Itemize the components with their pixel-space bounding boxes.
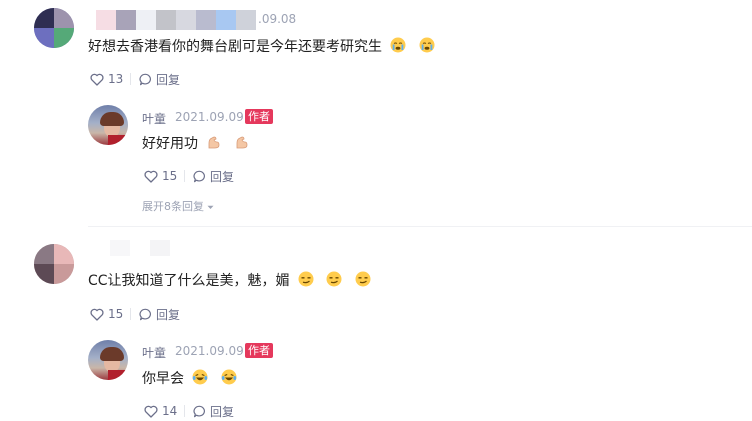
like-button[interactable]: 14	[144, 404, 177, 418]
flexed-biceps-icon	[234, 135, 249, 156]
comment-date: .09.08	[258, 12, 297, 26]
smirking-face-icon	[326, 271, 342, 293]
reply-text: 好好用功	[142, 134, 249, 156]
smirking-face-icon	[298, 271, 314, 293]
action-separator	[130, 308, 131, 320]
avatar-dress	[108, 370, 128, 380]
action-separator	[184, 405, 185, 417]
comment-bubble-icon	[139, 308, 152, 321]
heart-icon	[90, 73, 104, 86]
crying-face-icon	[390, 37, 406, 59]
like-button[interactable]: 13	[90, 72, 123, 86]
blurred-avatar-mosaic	[34, 244, 74, 284]
comment-body: CC让我知道了什么是美，魅，媚	[88, 273, 290, 289]
avatar-hair	[100, 347, 124, 361]
reply-date: 2021.09.09	[175, 344, 244, 358]
blurred-username-mosaic	[96, 10, 256, 30]
flexed-biceps-icon	[206, 135, 221, 156]
laughing-tears-icon	[221, 369, 237, 391]
action-separator	[130, 73, 131, 85]
comment-bubble-icon	[193, 405, 206, 418]
reply-button[interactable]: 回复	[139, 72, 181, 87]
laughing-tears-icon	[192, 369, 208, 391]
like-count: 13	[108, 72, 124, 86]
blurred-username-mosaic	[90, 236, 190, 256]
like-count: 14	[162, 404, 178, 418]
commenter-avatar[interactable]	[34, 244, 74, 284]
reply-text: 你早会	[142, 369, 237, 391]
reply-button[interactable]: 回复	[193, 404, 235, 419]
caret-down-icon	[207, 200, 214, 213]
like-button[interactable]: 15	[90, 307, 123, 321]
smirking-face-icon	[355, 271, 371, 293]
comment-body: 好想去香港看你的舞台剧可是今年还要考研究生	[88, 39, 382, 55]
author-avatar[interactable]	[88, 340, 128, 380]
author-badge: 作者	[245, 343, 273, 358]
reply-label: 回复	[210, 169, 235, 184]
like-count: 15	[108, 307, 124, 321]
reply-label: 回复	[210, 404, 235, 419]
heart-icon	[144, 170, 158, 183]
reply-body: 好好用功	[142, 136, 198, 152]
reply-date: 2021.09.09	[175, 110, 244, 124]
comment-bubble-icon	[193, 170, 206, 183]
reply-label: 回复	[156, 307, 181, 322]
comment-text: 好想去香港看你的舞台剧可是今年还要考研究生	[88, 37, 435, 59]
avatar-dress	[108, 135, 128, 145]
comment-divider	[88, 226, 752, 227]
reply-button[interactable]: 回复	[193, 169, 235, 184]
reply-username[interactable]: 叶童	[142, 110, 166, 127]
reply-button[interactable]: 回复	[139, 307, 181, 322]
commenter-avatar[interactable]	[34, 8, 74, 48]
reply-body: 你早会	[142, 371, 184, 387]
crying-face-icon	[419, 37, 435, 59]
like-button[interactable]: 15	[144, 169, 177, 183]
action-separator	[184, 170, 185, 182]
avatar-hair	[100, 112, 124, 126]
comment-text: CC让我知道了什么是美，魅，媚	[88, 271, 371, 293]
heart-icon	[144, 405, 158, 418]
heart-icon	[90, 308, 104, 321]
expand-replies-label: 展开8条回复	[142, 200, 204, 213]
author-avatar[interactable]	[88, 105, 128, 145]
reply-username[interactable]: 叶童	[142, 344, 166, 361]
expand-replies-link[interactable]: 展开8条回复	[142, 198, 214, 214]
reply-label: 回复	[156, 72, 181, 87]
author-badge: 作者	[245, 109, 273, 124]
like-count: 15	[162, 169, 178, 183]
blurred-avatar-mosaic	[34, 8, 74, 48]
comment-bubble-icon	[139, 73, 152, 86]
